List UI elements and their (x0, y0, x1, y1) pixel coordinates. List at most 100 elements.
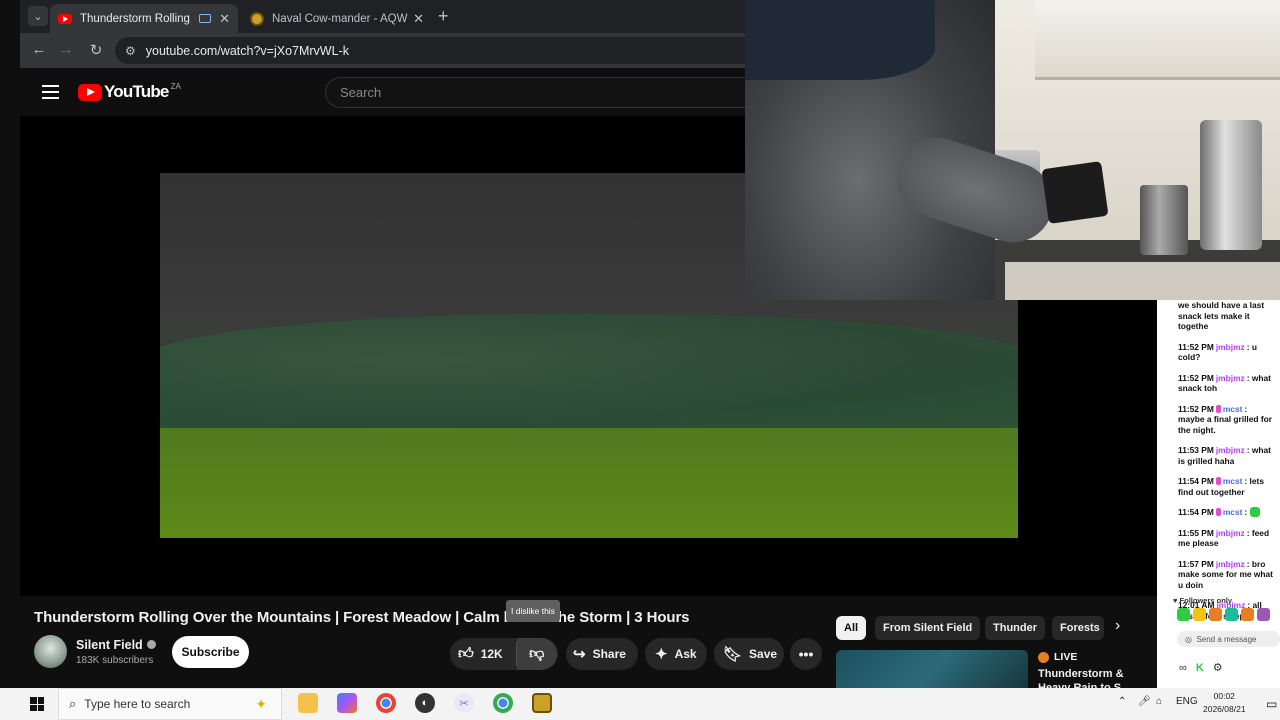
windows-start-icon[interactable] (30, 697, 44, 711)
tab-youtube[interactable]: Thunderstorm Rolling Over ✕ (50, 4, 238, 33)
site-settings-icon[interactable]: ⚙ (125, 44, 136, 58)
emote-bar[interactable] (1177, 608, 1270, 621)
dislike-button[interactable]: 👎︎ (516, 638, 557, 670)
taskbar-clock[interactable]: 00:02 2026/08/21 (1203, 690, 1246, 716)
chat-separator: : (1244, 403, 1248, 414)
chat-message: 11:54 PM mcst: lets find out together (1157, 476, 1280, 497)
casting-icon (199, 14, 212, 23)
emote-icon[interactable] (1209, 608, 1222, 621)
aqw-launcher-icon[interactable] (532, 693, 552, 713)
meadow (160, 428, 1018, 538)
more-actions-icon[interactable]: ••• (790, 638, 822, 670)
tab-aqw[interactable]: Naval Cow-mander - AQW ✕ (242, 4, 432, 33)
tab-search-dropdown-icon[interactable]: ⌄ (28, 6, 48, 26)
address-toolbar: ← → ↻ ⚙ youtube.com/watch?v=jXo7MrvWL-k (20, 33, 780, 68)
recommendation-thumbnail[interactable] (836, 650, 1028, 688)
settings-gear-icon[interactable]: ⚙ (1213, 661, 1223, 674)
chip-forests[interactable]: Forests (1052, 616, 1104, 640)
microphone-icon[interactable]: 🎤︎ (1138, 696, 1151, 707)
recommendation-title[interactable]: Thunderstorm & Heavy Rain to S (1038, 667, 1148, 688)
sparkle-icon: ✦ (655, 646, 668, 663)
chat-input-placeholder: Send a message (1196, 634, 1257, 644)
copilot-icon[interactable] (337, 693, 357, 713)
followers-only-label: Followers only (1179, 596, 1233, 605)
emote-icon[interactable] (1241, 608, 1254, 621)
chat-username[interactable]: jmbjmz (1216, 373, 1245, 383)
chrome-icon[interactable] (376, 693, 396, 713)
search-icon: ⌕ (69, 696, 77, 711)
chat-username[interactable]: mcst (1223, 476, 1243, 486)
chevron-up-icon[interactable]: ⌃ (1118, 696, 1126, 707)
share-button[interactable]: ↪ Share (566, 638, 638, 670)
new-tab-icon[interactable]: + (438, 6, 449, 27)
forward-arrow-icon[interactable]: → (56, 41, 76, 58)
like-dislike-group: 👍︎ 12K 👎︎ (450, 638, 558, 670)
back-arrow-icon[interactable]: ← (29, 41, 49, 58)
chat-timestamp: 11:52 PM (1178, 341, 1214, 352)
snipping-tool-icon[interactable]: ✂ (454, 693, 474, 713)
save-button[interactable]: 🔖︎ Save (714, 638, 784, 670)
youtube-header: YouTube ZA Search (20, 68, 780, 116)
obs-icon[interactable]: ◐ (415, 693, 435, 713)
countertop (1005, 262, 1280, 300)
notifications-icon[interactable]: ▭ (1266, 697, 1277, 711)
taskbar-search[interactable]: ⌕ Type here to search ✦ (58, 688, 282, 720)
reload-icon[interactable]: ↻ (86, 41, 106, 59)
address-bar[interactable]: ⚙ youtube.com/watch?v=jXo7MrvWL-k (115, 37, 775, 64)
search-input[interactable]: Search (325, 77, 780, 108)
clock-time: 00:02 (1213, 691, 1235, 701)
country-code: ZA (170, 81, 181, 91)
emote-icon[interactable] (1257, 608, 1270, 621)
followers-only-notice: ♥ Followers only (1173, 596, 1233, 605)
chip-all[interactable]: All (836, 616, 867, 640)
person-shoulder (745, 0, 935, 80)
network-icon[interactable]: ⌂ (1156, 696, 1162, 707)
chip-thunder[interactable]: Thunder (985, 616, 1045, 640)
subscribe-button[interactable]: Subscribe (172, 636, 249, 668)
kick-icon[interactable]: K (1196, 662, 1204, 674)
steel-canister (1140, 185, 1188, 255)
chat-separator: : (1244, 507, 1250, 517)
live-badge: LIVE (1038, 651, 1077, 663)
chat-username[interactable]: jmbjmz (1216, 342, 1245, 352)
chat-input[interactable]: ◎ Send a message (1177, 631, 1280, 647)
close-tab-icon[interactable]: ✕ (413, 11, 424, 27)
language-indicator[interactable]: ENG (1176, 696, 1198, 707)
chip-from-channel[interactable]: From Silent Field (875, 616, 981, 640)
close-tab-icon[interactable]: ✕ (219, 11, 230, 27)
aqw-favicon-icon (250, 11, 264, 26)
chrome-profile-icon[interactable] (493, 693, 513, 713)
dislike-tooltip: I dislike this (506, 600, 560, 622)
like-button[interactable]: 👍︎ 12K (458, 642, 517, 666)
chat-username[interactable]: jmbjmz (1216, 528, 1245, 538)
chat-toolbar: ∞ K ⚙ (1179, 661, 1223, 675)
chat-username[interactable]: mcst (1223, 507, 1243, 517)
chat-username[interactable]: jmbjmz (1216, 445, 1245, 455)
moderator-badge-icon (1215, 477, 1221, 485)
video-title: Thunderstorm Rolling Over the Mountains … (34, 609, 690, 626)
tablet-device (1041, 161, 1109, 224)
chat-message: 11:52 PM mcst: maybe a final grilled for … (1157, 404, 1280, 436)
chat-emote-icon (1249, 507, 1260, 517)
chevron-right-icon[interactable]: › (1115, 617, 1120, 635)
share-label: Share (592, 647, 626, 661)
emote-icon[interactable] (1177, 608, 1190, 621)
youtube-logo[interactable]: YouTube ZA (78, 82, 181, 102)
chat-username[interactable]: jmbjmz (1216, 559, 1245, 569)
glass-jar (1200, 120, 1262, 250)
ask-button[interactable]: ✦ Ask (645, 638, 707, 670)
chat-message: we should have a last snack lets make it… (1157, 300, 1280, 332)
thumbs-down-icon: 👎︎ (529, 645, 545, 662)
menu-icon[interactable] (42, 85, 59, 103)
emote-icon[interactable] (1193, 608, 1206, 621)
chat-timestamp: 11:54 PM (1178, 476, 1214, 486)
points-icon[interactable]: ∞ (1179, 662, 1187, 674)
chat-username[interactable]: mcst (1223, 404, 1243, 414)
channel-avatar[interactable] (34, 635, 67, 668)
emote-icon[interactable] (1225, 608, 1238, 621)
channel-name[interactable]: Silent Field (76, 638, 156, 652)
url-text: youtube.com/watch?v=jXo7MrvWL-k (145, 43, 349, 58)
chat-message: 11:53 PM jmbjmz: what is grilled haha (1157, 445, 1280, 466)
file-explorer-icon[interactable] (298, 693, 318, 713)
taskbar-apps: ◐ ✂ (298, 693, 552, 713)
